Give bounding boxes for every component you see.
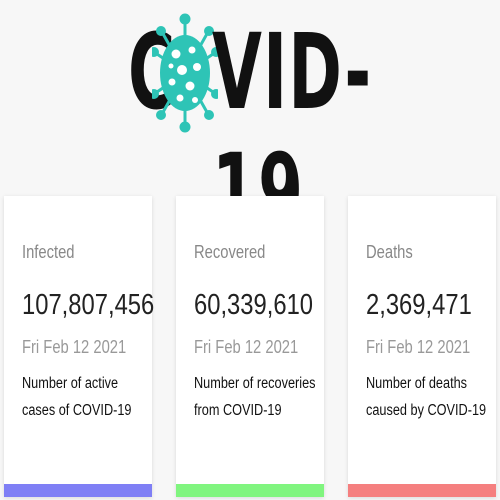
card-label: Infected [22, 242, 75, 262]
card-accent-bar [348, 484, 496, 497]
card-description: Number of active cases of COVID-19 [22, 375, 132, 419]
card-value: 2,369,471 [366, 289, 472, 321]
card-description: Number of recoveries from COVID-19 [194, 375, 316, 419]
card-accent-bar [176, 484, 324, 497]
recovered-card: Recovered 60,339,610 Fri Feb 12 2021 Num… [176, 196, 324, 497]
card-description: Number of deaths caused by COVID-19 [366, 375, 487, 419]
deaths-card: Deaths 2,369,471 Fri Feb 12 2021 Number … [348, 196, 496, 497]
card-label: Deaths [366, 242, 413, 262]
card-label: Recovered [194, 242, 266, 262]
logo-text-vid-19: VID-19 [212, 11, 373, 253]
covid-19-logo: C VID-19 [0, 0, 500, 253]
card-date: Fri Feb 12 2021 [194, 337, 299, 357]
virus-icon [152, 13, 218, 133]
card-date: Fri Feb 12 2021 [366, 337, 471, 357]
card-accent-bar [4, 484, 152, 497]
card-date: Fri Feb 12 2021 [22, 337, 127, 357]
card-value: 107,807,456 [22, 289, 155, 321]
infected-card: Infected 107,807,456 Fri Feb 12 2021 Num… [4, 196, 155, 497]
card-value: 60,339,610 [194, 289, 314, 321]
